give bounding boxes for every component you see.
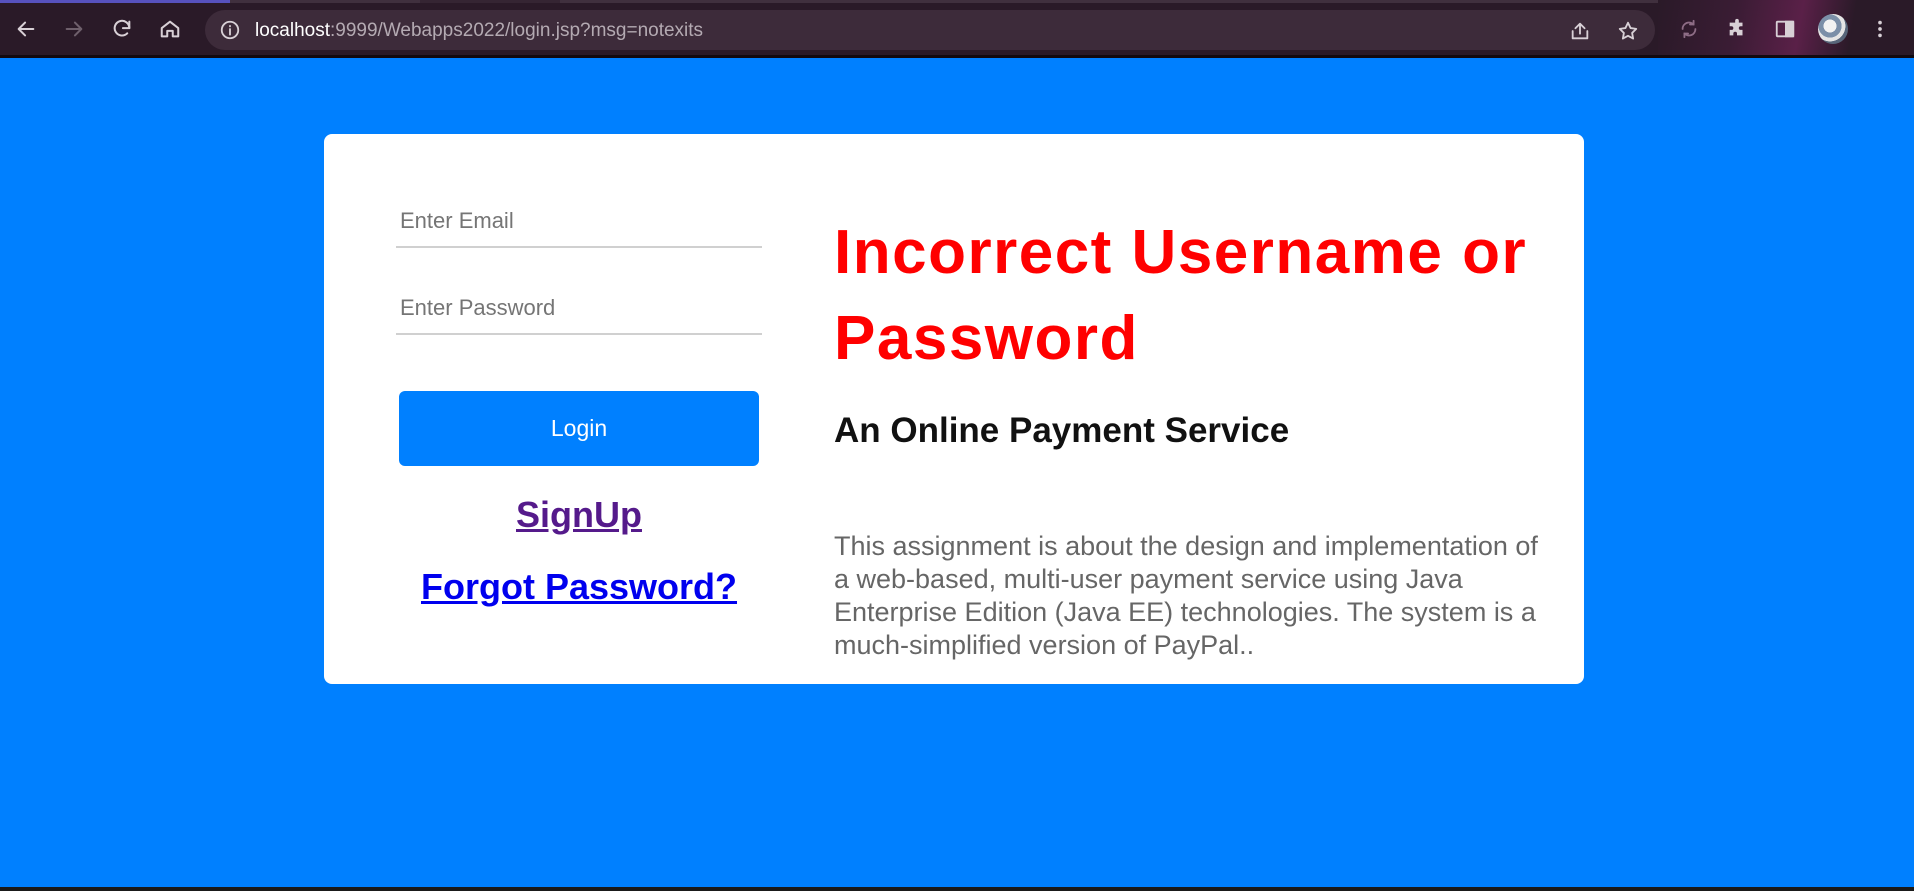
reload-icon xyxy=(113,19,131,37)
star-icon[interactable] xyxy=(1615,18,1641,44)
tab-strip-edge xyxy=(0,0,1914,3)
url-host: localhost xyxy=(255,20,330,41)
service-description: This assignment is about the design and … xyxy=(834,531,1538,660)
arrow-right-icon xyxy=(65,21,83,37)
browser-toolbar: localhost:9999/Webapps2022/login.jsp?msg… xyxy=(0,0,1914,58)
login-form: Login SignUp Forgot Password? xyxy=(324,134,834,684)
service-subheading: An Online Payment Service xyxy=(834,411,1290,450)
url-path: :9999/Webapps2022/login.jsp?msg=notexits xyxy=(330,20,704,41)
reload-button[interactable] xyxy=(106,11,138,47)
password-field[interactable] xyxy=(396,283,762,335)
sync-icon[interactable] xyxy=(1675,15,1703,43)
share-icon[interactable] xyxy=(1567,18,1593,44)
login-card: Login SignUp Forgot Password? Incorrect … xyxy=(324,134,1584,684)
email-field[interactable] xyxy=(396,196,762,248)
puzzle-icon[interactable] xyxy=(1723,15,1751,43)
forgot-password-link[interactable]: Forgot Password? xyxy=(324,566,834,608)
info-panel: Incorrect Username or Password An Online… xyxy=(834,134,1584,684)
url-text[interactable]: localhost:9999/Webapps2022/login.jsp?msg… xyxy=(255,20,703,42)
profile-avatar[interactable] xyxy=(1818,14,1848,44)
forward-button[interactable] xyxy=(58,11,90,47)
login-button[interactable]: Login xyxy=(399,391,759,466)
home-button[interactable] xyxy=(154,11,186,47)
back-button[interactable] xyxy=(10,11,42,47)
window-bottom-edge xyxy=(0,887,1914,891)
home-icon xyxy=(160,20,180,38)
arrow-left-icon xyxy=(17,21,35,37)
kebab-menu-icon[interactable] xyxy=(1866,15,1894,43)
address-bar[interactable]: localhost:9999/Webapps2022/login.jsp?msg… xyxy=(205,10,1655,50)
error-message: Incorrect Username or Password xyxy=(834,218,1528,373)
side-panel-icon[interactable] xyxy=(1771,15,1799,43)
signup-link[interactable]: SignUp xyxy=(324,494,834,536)
info-icon[interactable] xyxy=(219,19,241,41)
